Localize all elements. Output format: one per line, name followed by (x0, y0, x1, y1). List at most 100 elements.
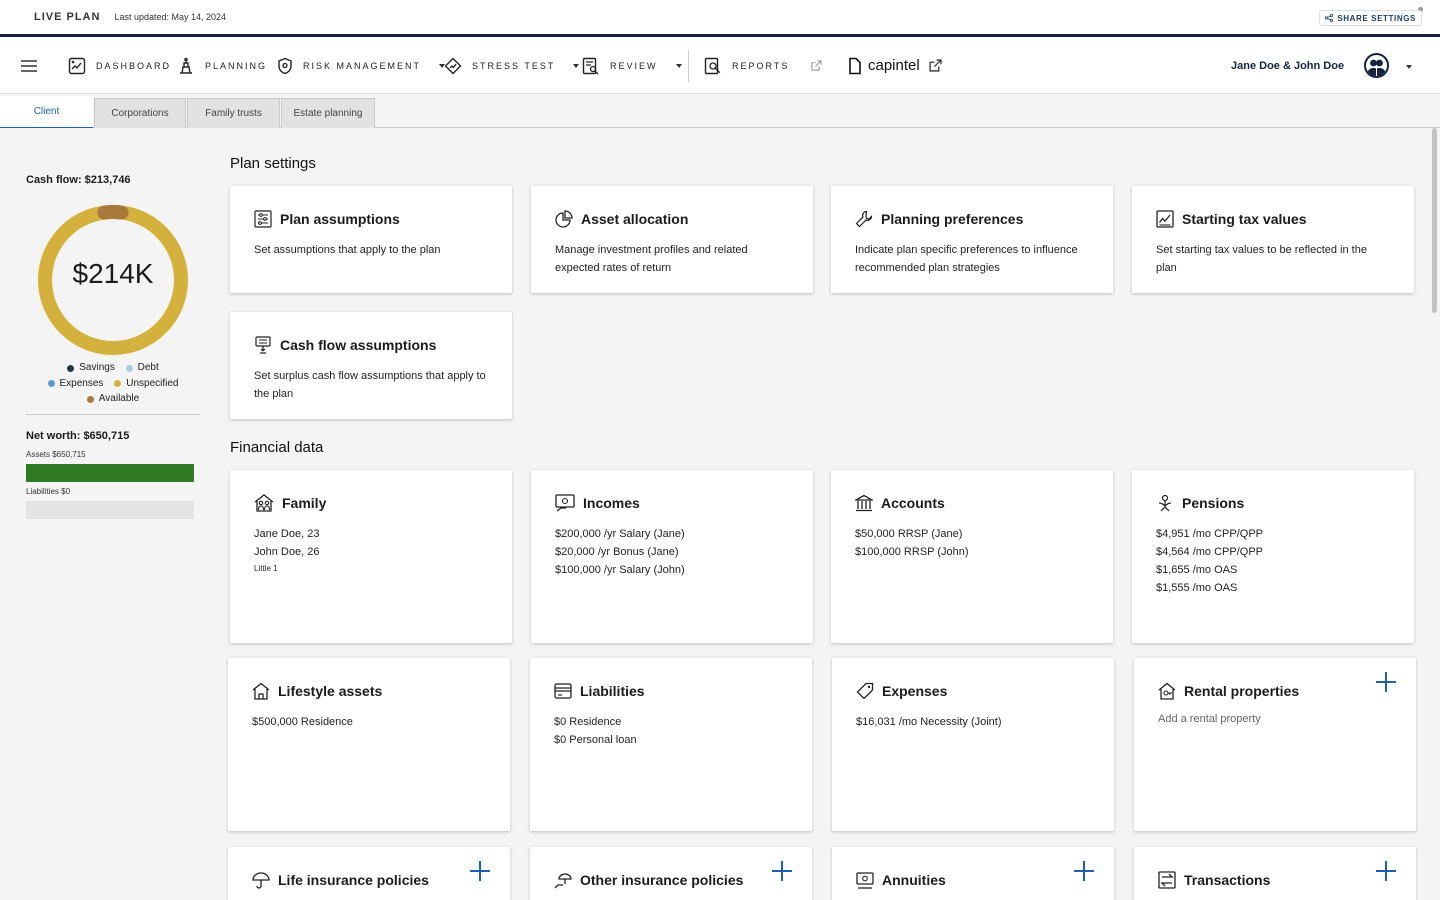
top-strip: LIVE PLAN Last updated: May 14, 2024 SHA… (0, 0, 1440, 37)
dashboard-icon (68, 57, 86, 74)
nav-dashboard[interactable]: DASHBOARD (68, 37, 171, 94)
legend-label: Savings (79, 362, 115, 373)
liabilities-card[interactable]: Liabilities $0 Residence $0 Personal loa… (530, 658, 812, 831)
card-header: Other insurance policies (554, 871, 743, 889)
card-header: Liabilities (554, 682, 645, 700)
rental-properties-card[interactable]: Rental properties Add a rental property (1134, 658, 1416, 831)
pension-line: $4,951 /mo CPP/QPP (1156, 528, 1263, 540)
card-title: Other insurance policies (580, 872, 744, 888)
card-header: Life insurance policies (252, 871, 429, 889)
card-title: Cash flow assumptions (280, 337, 437, 353)
share-settings-label: SHARE SETTINGS (1337, 13, 1416, 23)
legend-item-available: Available (86, 392, 139, 406)
liability-line: $0 Residence (554, 716, 622, 728)
tab-client[interactable]: Client (0, 96, 93, 129)
legend-dot (67, 364, 75, 372)
annuity-icon (856, 872, 874, 889)
card-title: Plan assumptions (280, 211, 400, 227)
card-header: Asset allocation (555, 210, 688, 228)
asset-allocation-card[interactable]: Asset allocation Manage investment profi… (531, 186, 813, 293)
cash-flow-legend: Savings Debt Expenses Unspecified Availa… (26, 361, 200, 408)
lifestyle-assets-card[interactable]: Lifestyle assets $500,000 Residence (228, 658, 510, 831)
menu-button[interactable] (20, 37, 38, 94)
asset-line: $500,000 Residence (252, 716, 353, 728)
card-lines: $4,951 /mo CPP/QPP $4,564 /mo CPP/QPP $1… (1156, 525, 1390, 597)
avatar[interactable] (1364, 53, 1389, 78)
card-title: Rental properties (1184, 683, 1300, 699)
nav-review[interactable]: REVIEW (582, 37, 682, 94)
assets-bar-fill (26, 464, 194, 482)
credit-card-icon (554, 683, 572, 699)
card-title: Expenses (882, 683, 948, 699)
transactions-icon (1158, 871, 1176, 889)
nav-label: REPORTS (732, 60, 790, 71)
card-header: Lifestyle assets (252, 682, 382, 700)
summary-sidebar: Cash flow: $213,746 $214K Savings Debt E… (0, 128, 216, 900)
capintel-label: capintel (868, 57, 920, 74)
pensions-card[interactable]: Pensions $4,951 /mo CPP/QPP $4,564 /mo C… (1132, 470, 1414, 643)
pension-line: $4,564 /mo CPP/QPP (1156, 546, 1263, 558)
share-icon (1325, 14, 1334, 22)
card-description: Set assumptions that apply to the plan (254, 244, 441, 256)
starting-tax-values-card[interactable]: Starting tax values Set starting tax val… (1132, 186, 1414, 293)
accounts-card[interactable]: Accounts $50,000 RRSP (Jane) $100,000 RR… (831, 470, 1113, 643)
expenses-card[interactable]: Expenses $16,031 /mo Necessity (Joint) (832, 658, 1114, 831)
card-lines: $200,000 /yr Salary (Jane) $20,000 /yr B… (555, 525, 789, 579)
tab-corporations[interactable]: Corporations (94, 98, 186, 128)
external-link-icon (811, 60, 822, 71)
plan-assumptions-card[interactable]: Plan assumptions Set assumptions that ap… (230, 186, 512, 293)
card-title: Life insurance policies (278, 872, 429, 888)
add-transaction-icon[interactable] (1376, 861, 1396, 881)
legend-dot (47, 380, 55, 387)
nav-planning[interactable]: PLANNING (177, 37, 267, 94)
legend-item-debt: Debt (125, 361, 159, 375)
liability-line: $0 Personal loan (554, 734, 637, 746)
incomes-card[interactable]: Incomes $200,000 /yr Salary (Jane) $20,0… (531, 470, 813, 643)
nav-label: REVIEW (610, 60, 658, 71)
card-header: Expenses (856, 682, 947, 700)
umbrella-icon (252, 872, 270, 889)
card-title: Transactions (1184, 872, 1271, 888)
other-insurance-card[interactable]: Other insurance policies (530, 847, 812, 900)
card-title: Annuities (882, 872, 946, 888)
pension-icon (1158, 494, 1172, 512)
tab-family-trusts[interactable]: Family trusts (187, 98, 280, 128)
tag-icon (856, 682, 874, 700)
income-line: $20,000 /yr Bonus (Jane) (555, 546, 679, 558)
stress-test-icon (444, 57, 462, 74)
add-rental-property-icon[interactable] (1376, 672, 1396, 692)
card-header: Pensions (1156, 494, 1244, 512)
page-scrollbar[interactable] (1432, 128, 1437, 313)
cash-flow-icon (255, 336, 271, 354)
nav-reports[interactable]: REPORTS (704, 37, 822, 94)
cash-flow-assumptions-card[interactable]: Cash flow assumptions Set surplus cash f… (230, 312, 512, 419)
financial-data-title: Financial data (230, 439, 324, 456)
income-icon (555, 494, 575, 512)
card-header: Planning preferences (855, 210, 1023, 228)
add-other-insurance-icon[interactable] (772, 861, 792, 881)
tab-estate-planning[interactable]: Estate planning (281, 98, 375, 128)
add-life-insurance-icon[interactable] (470, 861, 490, 881)
add-annuity-icon[interactable] (1074, 861, 1094, 881)
shield-icon (278, 57, 292, 74)
nav-label: RISK MANAGEMENT (303, 60, 422, 71)
nav-risk-management[interactable]: RISK MANAGEMENT (277, 37, 446, 94)
share-settings-button[interactable]: SHARE SETTINGS (1319, 10, 1422, 26)
card-lines: Jane Doe, 23 John Doe, 26 Little 1 (254, 525, 488, 577)
legend-dot (125, 364, 133, 372)
annuities-card[interactable]: Annuities (832, 847, 1114, 900)
chevron-down-icon[interactable] (1406, 65, 1412, 69)
transactions-card[interactable]: Transactions (1134, 847, 1416, 900)
live-plan-label: LIVE PLAN (34, 11, 101, 23)
capintel-link[interactable]: capintel (848, 37, 942, 94)
rental-property-icon (1158, 682, 1176, 700)
family-card[interactable]: Family Jane Doe, 23 John Doe, 26 Little … (230, 470, 512, 643)
planning-preferences-card[interactable]: Planning preferences Indicate plan speci… (831, 186, 1113, 293)
user-name[interactable]: Jane Doe & John Doe (1231, 37, 1344, 94)
hamburger-icon (21, 59, 37, 72)
nav-stress-test[interactable]: STRESS TEST (444, 37, 580, 94)
nav-label: PLANNING (205, 60, 268, 71)
net-worth-title: Net worth: $650,715 (26, 430, 130, 442)
life-insurance-card[interactable]: Life insurance policies (228, 847, 510, 900)
legend-item-savings: Savings (67, 361, 115, 375)
